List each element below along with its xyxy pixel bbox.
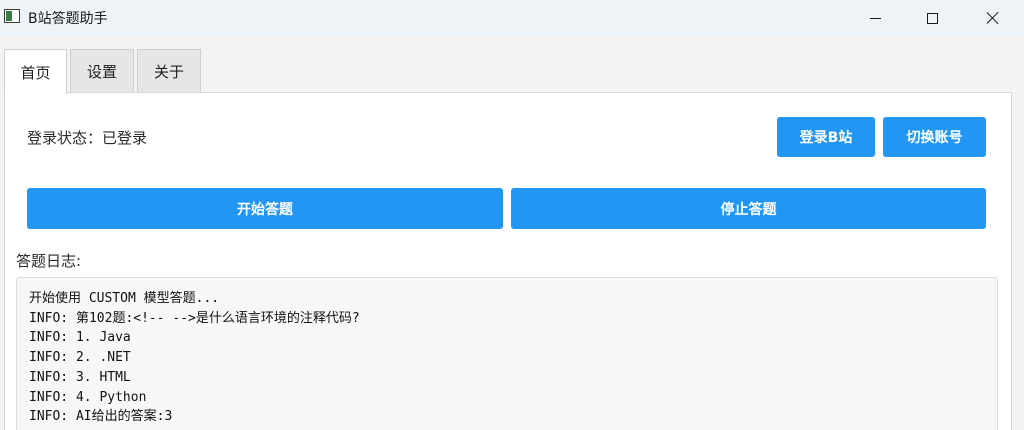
window-title: B站答题助手 (28, 11, 108, 27)
tab-settings[interactable]: 设置 (70, 49, 134, 93)
maximize-button[interactable] (909, 0, 955, 36)
tab-home[interactable]: 首页 (4, 49, 67, 94)
log-line: INFO: AI给出的答案:3 (29, 409, 173, 425)
log-label: 答题日志: (16, 252, 82, 270)
switch-account-button[interactable]: 切换账号 (883, 117, 986, 157)
tab-about[interactable]: 关于 (137, 49, 201, 93)
log-line: INFO: 4. Python (29, 389, 147, 405)
log-line: INFO: 3. HTML (29, 369, 131, 385)
log-line: INFO: 1. Java (29, 330, 131, 346)
start-quiz-button[interactable]: 开始答题 (27, 188, 503, 229)
quiz-log-textarea[interactable]: 开始使用 CUSTOM 模型答题... INFO: 第102题:<!-- -->… (16, 277, 998, 430)
maximize-icon (926, 12, 938, 24)
stop-quiz-button[interactable]: 停止答题 (511, 188, 986, 229)
log-line: INFO: 第102题:<!-- -->是什么语言环境的注释代码? (29, 310, 360, 326)
minimize-button[interactable] (852, 0, 898, 36)
title-bar: B站答题助手 (0, 0, 1024, 36)
app-window-icon (4, 9, 20, 23)
login-status: 登录状态：已登录 (27, 129, 148, 147)
close-icon (986, 11, 1000, 25)
close-button[interactable] (970, 0, 1016, 36)
minimize-icon (869, 17, 881, 19)
log-line: 开始使用 CUSTOM 模型答题... (29, 291, 220, 306)
log-line: INFO: 2. .NET (29, 350, 131, 366)
login-bilibili-button[interactable]: 登录B站 (777, 117, 875, 157)
